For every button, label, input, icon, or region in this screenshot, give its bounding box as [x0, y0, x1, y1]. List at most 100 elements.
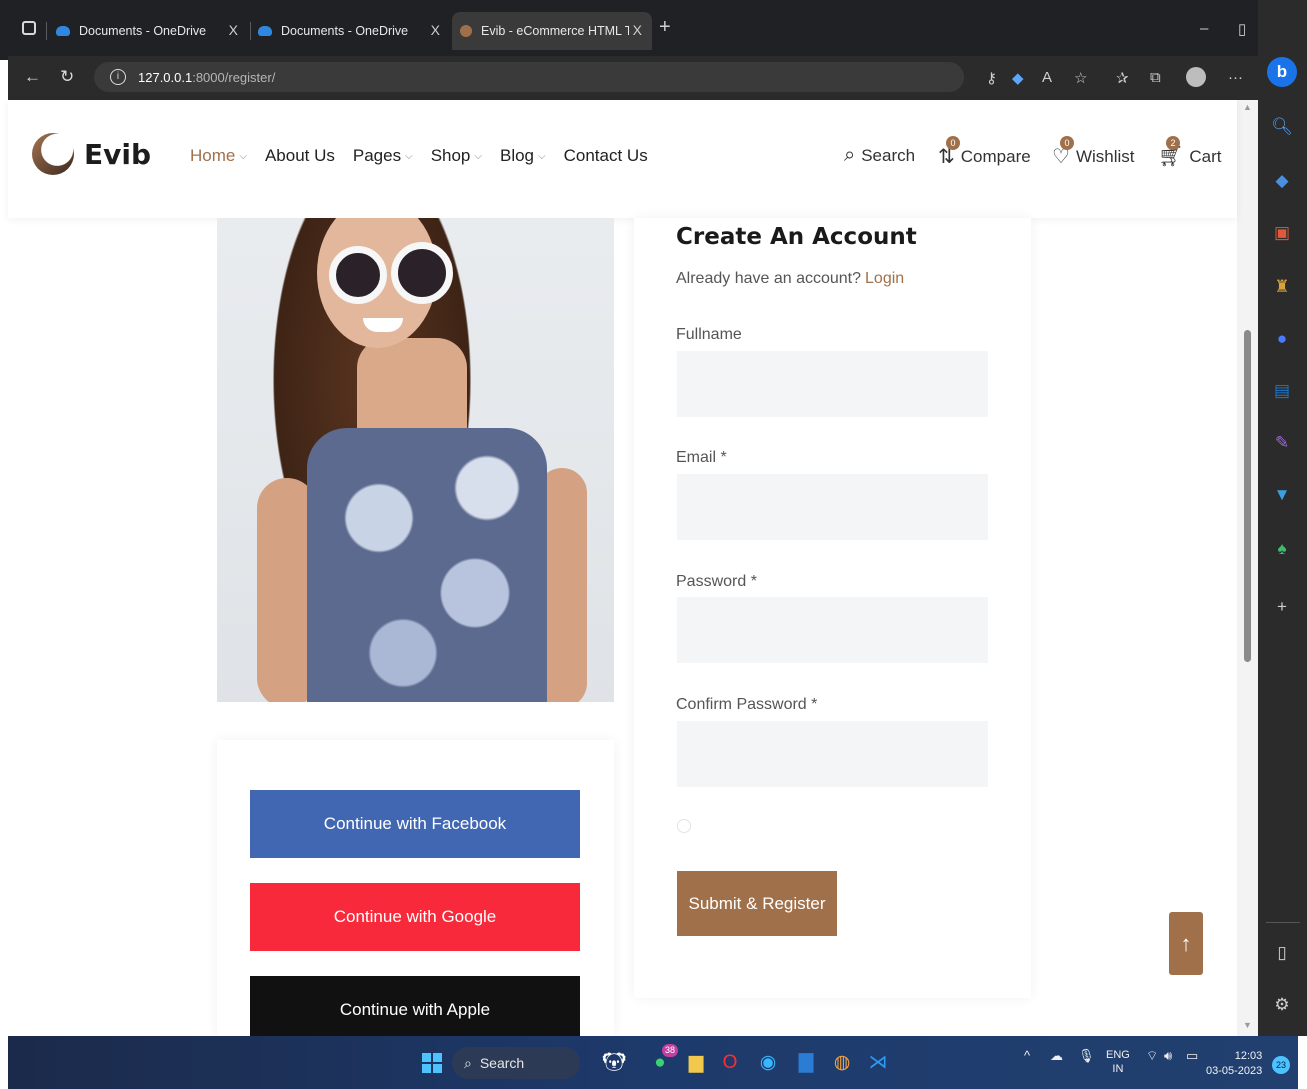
compare-label: Compare	[960, 146, 1031, 166]
copilot-icon[interactable]: ●	[1270, 328, 1294, 350]
scroll-thumb[interactable]	[1244, 330, 1251, 662]
favorites-icon[interactable]: ✰	[1116, 69, 1129, 87]
read-aloud-icon[interactable]: A	[1042, 69, 1052, 86]
menu-item-contact[interactable]: Contact Us	[564, 146, 648, 166]
tab-onedrive-1[interactable]: Documents - OneDrive X	[56, 12, 248, 50]
scroll-down-icon[interactable]: ▼	[1243, 1020, 1252, 1030]
edge-icon[interactable]: ◉	[756, 1050, 780, 1076]
menu-item-label: Shop	[430, 146, 471, 165]
form-title: Create An Account	[676, 224, 917, 250]
sidebar-toggle-icon[interactable]: ▯	[1270, 942, 1294, 964]
shield-icon[interactable]: ◆	[1012, 69, 1024, 87]
taskbar-search-label: Search	[479, 1055, 525, 1071]
scroll-to-top-button[interactable]: ↑	[1169, 912, 1203, 975]
bing-chat-icon[interactable]: b	[1267, 57, 1297, 87]
taskbar-clock[interactable]: 12:03 03-05-2023	[1206, 1049, 1262, 1079]
tab-onedrive-2[interactable]: Documents - OneDrive X	[258, 12, 450, 50]
header-search[interactable]: ⌕ Search	[844, 144, 915, 167]
back-arrow-icon[interactable]: ←	[24, 67, 41, 87]
login-link[interactable]: Login	[865, 270, 904, 287]
password-input[interactable]	[677, 597, 988, 663]
word-icon[interactable]: ▇	[794, 1050, 818, 1076]
new-tab-button[interactable]: +	[659, 16, 671, 39]
widget-icon[interactable]: 🐨︎	[596, 1050, 632, 1076]
key-icon[interactable]: ⚷	[986, 69, 997, 87]
restore-button[interactable]: ▯	[1238, 20, 1246, 38]
refresh-icon[interactable]: ↻	[60, 67, 74, 87]
file-explorer-icon[interactable]: ▆	[684, 1050, 708, 1076]
menu-item-about[interactable]: About Us	[265, 146, 335, 166]
telegram-icon[interactable]: ▼	[1270, 484, 1294, 506]
sidebar-divider	[1266, 922, 1300, 923]
photo-sunglasses	[391, 242, 453, 304]
whatsapp-icon[interactable]: ● 38	[648, 1044, 679, 1076]
games-icon[interactable]: ♜	[1270, 276, 1294, 298]
continue-google-button[interactable]: Continue with Google	[250, 883, 580, 951]
logo-text: Evib	[84, 137, 152, 171]
more-icon[interactable]: ···	[1228, 69, 1243, 86]
collections-icon[interactable]: ⧉	[1150, 69, 1161, 86]
menu-item-label: About Us	[264, 146, 335, 165]
menu-item-pages[interactable]: Pages ⌵	[353, 146, 413, 166]
search-icon[interactable]: 🔍︎	[1270, 116, 1294, 138]
photo-sunglasses	[329, 246, 387, 304]
terms-radio[interactable]	[677, 819, 691, 833]
tree-icon[interactable]: ♠	[1270, 538, 1294, 560]
tab-close-button[interactable]: X	[431, 22, 440, 38]
windows-start-icon[interactable]	[422, 1053, 442, 1073]
vscode-icon[interactable]: ⋊	[866, 1050, 890, 1076]
tab-close-button[interactable]: X	[229, 22, 238, 38]
url-host: 127.0.0.1	[138, 69, 193, 85]
page-scrollbar[interactable]: ▲ ▼	[1237, 100, 1258, 1036]
tools-icon[interactable]: ▣	[1270, 222, 1294, 244]
onedrive-tray-icon[interactable]: ☁	[1050, 1048, 1063, 1064]
cart-icon: 🛒︎ 2	[1158, 136, 1184, 168]
tab-evib[interactable]: Evib - eCommerce HTML Templa X	[452, 12, 652, 50]
continue-facebook-button[interactable]: Continue with Facebook	[250, 790, 580, 858]
header-wishlist[interactable]: ♡ 0 Wishlist	[1052, 136, 1135, 169]
opera-icon[interactable]: O	[718, 1050, 742, 1076]
header-compare[interactable]: ⇅ 0 Compare	[938, 136, 1031, 169]
menu-item-shop[interactable]: Shop ⌵	[431, 146, 482, 166]
tab-close-button[interactable]: X	[633, 22, 642, 38]
menu-item-label: Pages	[352, 146, 402, 165]
settings-icon[interactable]: ⚙	[1270, 994, 1294, 1016]
wishlist-label: Wishlist	[1075, 146, 1135, 166]
wishlist-count-badge: 0	[1060, 136, 1074, 150]
profile-icon[interactable]	[1186, 67, 1206, 87]
wifi-icon[interactable]: ⌔	[1146, 1048, 1158, 1064]
scroll-up-icon[interactable]: ▲	[1243, 102, 1252, 112]
chrome-icon[interactable]: ◍	[830, 1050, 854, 1076]
volume-icon[interactable]: 🔊︎	[1164, 1048, 1172, 1064]
fullname-input[interactable]	[677, 351, 988, 417]
site-logo[interactable]: Evib	[32, 133, 151, 175]
taskbar-search[interactable]: ⌕ Search	[452, 1047, 580, 1079]
favorite-add-icon[interactable]: ☆	[1074, 69, 1087, 87]
menu-item-label: Home	[190, 146, 236, 165]
shopping-tag-icon[interactable]: ◆	[1270, 170, 1294, 192]
add-app-icon[interactable]: +	[1270, 596, 1294, 618]
email-input[interactable]	[677, 474, 988, 540]
menu-item-home[interactable]: Home ⌵	[190, 146, 247, 166]
confirm-password-input[interactable]	[677, 721, 988, 787]
battery-icon[interactable]: ▭	[1186, 1048, 1198, 1064]
language-indicator[interactable]: ENG IN	[1106, 1048, 1130, 1076]
submit-register-button[interactable]: Submit & Register	[677, 871, 837, 936]
site-info-icon[interactable]: i	[110, 69, 126, 85]
microphone-icon[interactable]: 🎙︎	[1078, 1048, 1095, 1064]
tray-overflow-icon[interactable]: ^	[1024, 1048, 1030, 1063]
region-code: IN	[1112, 1063, 1124, 1075]
minimize-button[interactable]: –	[1200, 20, 1208, 37]
header-cart[interactable]: 🛒︎ 2 Cart	[1158, 136, 1222, 169]
confirm-password-label: Confirm Password *	[676, 696, 818, 713]
email-label: Email *	[676, 449, 727, 466]
menu-item-blog[interactable]: Blog ⌵	[500, 146, 546, 166]
cart-count-badge: 2	[1166, 136, 1180, 150]
notification-badge[interactable]: 23	[1272, 1056, 1290, 1074]
url-field[interactable]: i 127.0.0.1 :8000/register/	[94, 62, 964, 92]
outlook-icon[interactable]: ▤	[1270, 380, 1294, 402]
logo-mark-icon	[32, 133, 74, 175]
designer-icon[interactable]: ✎	[1270, 432, 1294, 454]
continue-apple-button[interactable]: Continue with Apple	[250, 976, 580, 1044]
tab-actions-icon[interactable]	[22, 21, 36, 35]
